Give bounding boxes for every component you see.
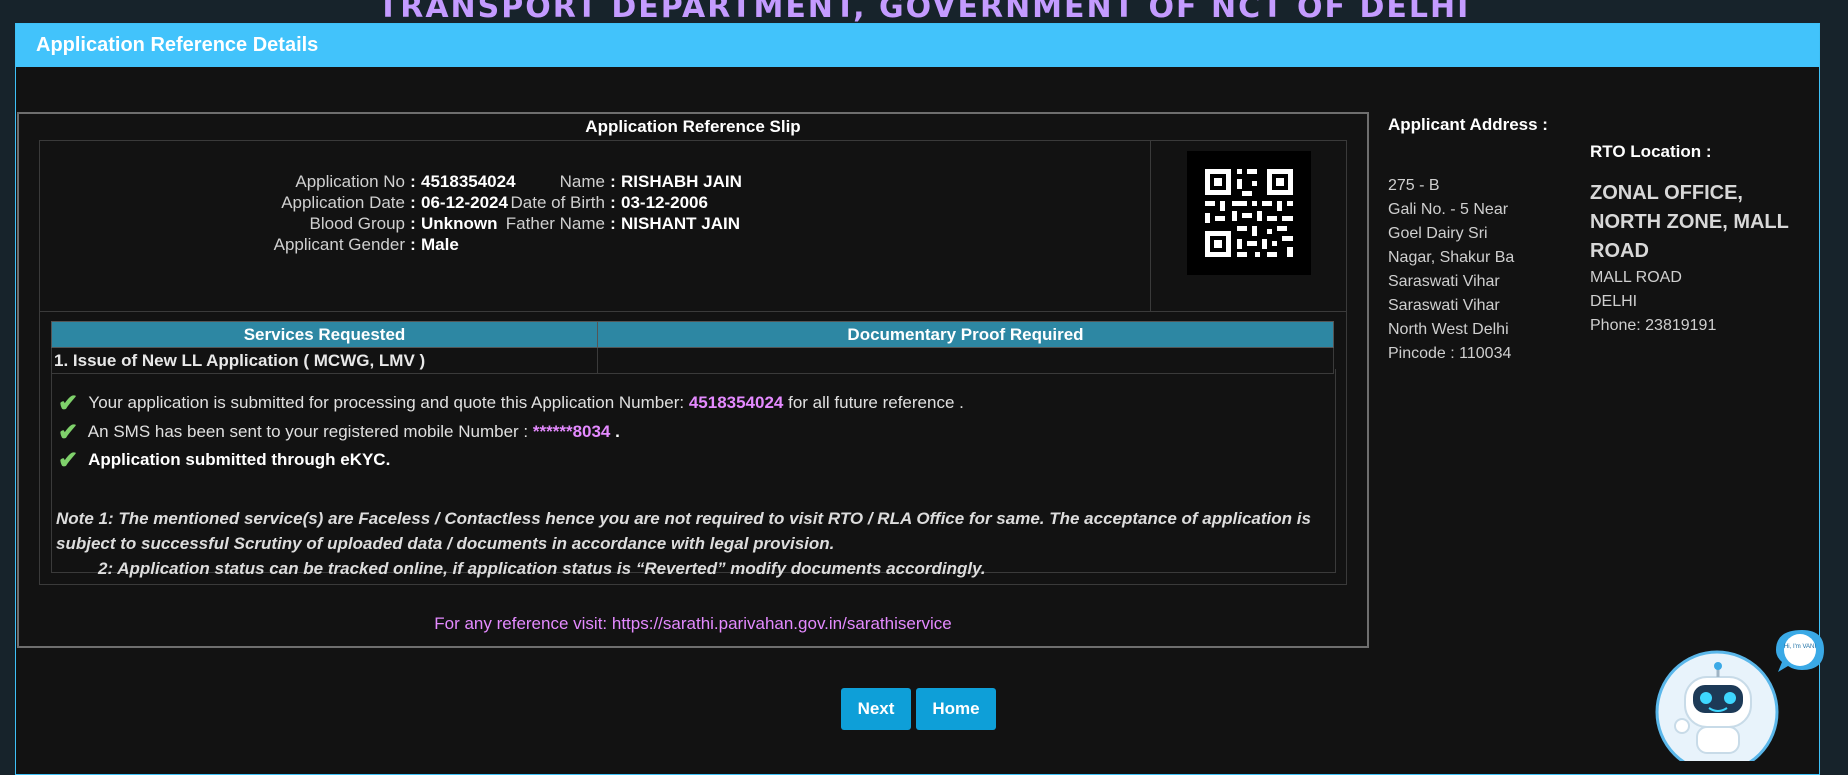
note-1: Note 1: The mentioned service(s) are Fac… [56, 509, 1311, 553]
rto-line: MALL ROAD [1590, 269, 1682, 286]
applicant-address: 275 - B Gali No. - 5 Near Goel Dairy Sri… [1388, 174, 1514, 366]
rto-location-title: RTO Location : [1590, 142, 1712, 161]
address-line: Goel Dairy Sri [1388, 225, 1488, 242]
checkmark-icon: ✔ [57, 419, 79, 446]
address-line: Saraswati Vihar [1388, 273, 1500, 290]
field-father-name: Father Name: NISHANT JAIN [505, 214, 741, 233]
home-button[interactable]: Home [916, 688, 996, 730]
message-ekyc: ✔ Application submitted through eKYC. [52, 446, 390, 475]
reference-link[interactable]: For any reference visit: https://sarathi… [19, 614, 1367, 634]
address-line: 275 - B [1388, 177, 1440, 194]
address-line: Nagar, Shakur Ba [1388, 249, 1515, 266]
field-application-date: Application Date:06-12-2024 [281, 193, 508, 212]
applicant-address-title: Applicant Address : [1388, 115, 1548, 134]
next-button[interactable]: Next [841, 688, 911, 730]
field-dob: Date of Birth:03-12-2006 [510, 193, 708, 212]
field-application-no: Application No:4518354024 [295, 172, 516, 191]
checkmark-icon: ✔ [57, 390, 79, 417]
panel-header: Application Reference Details [16, 24, 1819, 67]
rto-office-name: ZONAL OFFICE, NORTH ZONE, MALL ROAD [1590, 182, 1789, 262]
col-services-requested: Services Requested [51, 321, 598, 348]
rto-details: MALL ROAD DELHI Phone: 23819191 [1590, 266, 1716, 338]
rto-line: DELHI [1590, 293, 1638, 310]
services-header-row: Services Requested Documentary Proof Req… [51, 321, 1334, 348]
address-line: Saraswati Vihar [1388, 297, 1500, 314]
reference-slip: Application Reference Slip Application N… [17, 112, 1369, 648]
message-sms: ✔ An SMS has been sent to your registere… [52, 418, 620, 447]
address-line: Gali No. - 5 Near [1388, 201, 1509, 218]
note-section: Note 1: The mentioned service(s) are Fac… [52, 506, 1335, 581]
mobile-number: ******8034 [532, 421, 611, 441]
field-name: Name: RISHABH JAIN [559, 172, 742, 191]
slip-inner: Application No:4518354024 Application Da… [39, 140, 1347, 585]
address-line: North West Delhi [1388, 321, 1509, 338]
message-submitted: ✔ Your application is submitted for proc… [52, 389, 964, 418]
services-table: Services Requested Documentary Proof Req… [51, 321, 1334, 374]
checkmark-icon: ✔ [57, 447, 79, 474]
qr-code-icon [1187, 151, 1311, 275]
qr-box [1151, 141, 1346, 312]
rto-line: Phone: 23819191 [1590, 317, 1717, 334]
status-messages: ✔ Your application is submitted for proc… [51, 369, 1336, 578]
application-reference-panel: Application Reference Details Applicatio… [15, 23, 1820, 775]
chatbot-icon[interactable]: Hi, I'm VANI [1652, 622, 1827, 761]
chatbot-bubble-text: Hi, I'm VANI [1784, 644, 1816, 650]
col-documentary-proof: Documentary Proof Required [597, 321, 1334, 348]
field-gender: Applicant Gender: Male [273, 235, 459, 254]
field-blood-group: Blood Group: Unknown [309, 214, 498, 233]
application-number: 4518354024 [688, 392, 784, 412]
slip-title: Application Reference Slip [585, 117, 801, 136]
department-title: TRANSPORT DEPARTMENT, GOVERNMENT OF NCT … [377, 0, 1471, 25]
address-line: Pincode : 110034 [1388, 345, 1512, 362]
note-2: 2: Application status can be tracked onl… [98, 559, 986, 578]
applicant-info: Application No:4518354024 Application Da… [40, 141, 1151, 312]
